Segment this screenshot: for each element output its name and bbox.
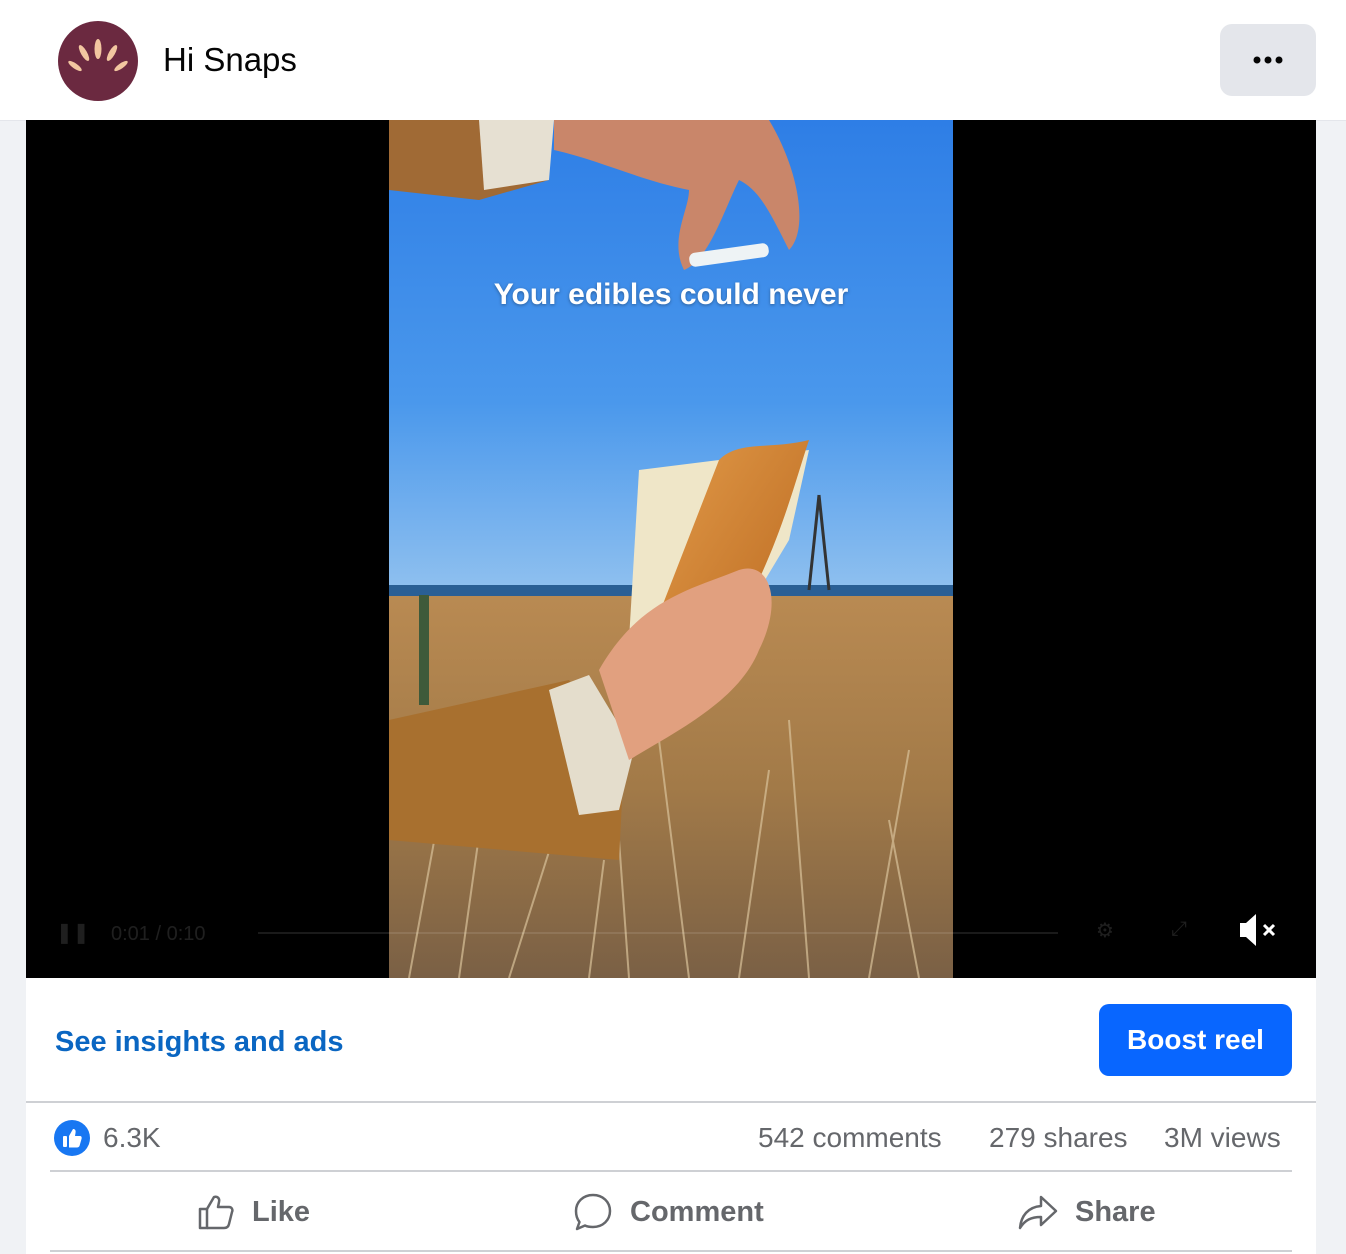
- comment-button[interactable]: Comment: [572, 1186, 764, 1238]
- see-insights-link[interactable]: See insights and ads: [55, 1024, 343, 1060]
- video-caption: Your edibles could never: [493, 278, 849, 311]
- like-label: Like: [252, 1195, 311, 1228]
- thumbs-up-icon: [63, 1129, 82, 1148]
- view-count: 3M views: [1164, 1122, 1281, 1153]
- more-dots-icon: [1253, 56, 1283, 64]
- video-frame[interactable]: Your edibles could never: [389, 120, 953, 978]
- like-icon: [198, 1195, 234, 1230]
- post-card: Your edibles could never ❚❚ 0:01 / 0:10 …: [26, 120, 1316, 1254]
- page-name[interactable]: Hi Snaps: [163, 40, 297, 80]
- like-reaction-icon[interactable]: [54, 1120, 90, 1156]
- comment-icon: [574, 1193, 612, 1231]
- video-frame-image: [389, 120, 953, 978]
- share-count[interactable]: 279 shares: [989, 1121, 1128, 1155]
- video-time: 0:01 / 0:10: [111, 923, 206, 945]
- page-avatar[interactable]: [58, 21, 138, 101]
- gear-icon[interactable]: ⚙: [1096, 918, 1114, 943]
- comment-count[interactable]: 542 comments: [758, 1121, 942, 1155]
- insights-row: See insights and ads Boost reel: [26, 978, 1316, 1103]
- more-options-button[interactable]: [1220, 24, 1316, 96]
- share-icon: [1018, 1195, 1058, 1230]
- like-button[interactable]: Like: [196, 1186, 310, 1238]
- logo-icon: [68, 39, 128, 72]
- muted-speaker-icon: [1240, 914, 1276, 946]
- video-player[interactable]: Your edibles could never ❚❚ 0:01 / 0:10 …: [26, 120, 1316, 978]
- boost-reel-button[interactable]: Boost reel: [1099, 1004, 1292, 1076]
- pause-icon[interactable]: ❚❚: [56, 920, 90, 945]
- reaction-count[interactable]: 6.3K: [103, 1121, 161, 1155]
- post-actions-row: Like Comment Share: [50, 1172, 1292, 1252]
- video-progress-bar[interactable]: [258, 932, 1058, 934]
- comment-label: Comment: [630, 1195, 764, 1228]
- mute-button[interactable]: [1234, 910, 1294, 958]
- stats-row: 6.3K 542 comments 279 shares 3M views: [50, 1103, 1292, 1172]
- share-label: Share: [1075, 1195, 1156, 1228]
- post-header: Hi Snaps: [0, 0, 1346, 121]
- share-button[interactable]: Share: [1017, 1186, 1156, 1238]
- expand-icon[interactable]: ⤢: [1171, 918, 1187, 941]
